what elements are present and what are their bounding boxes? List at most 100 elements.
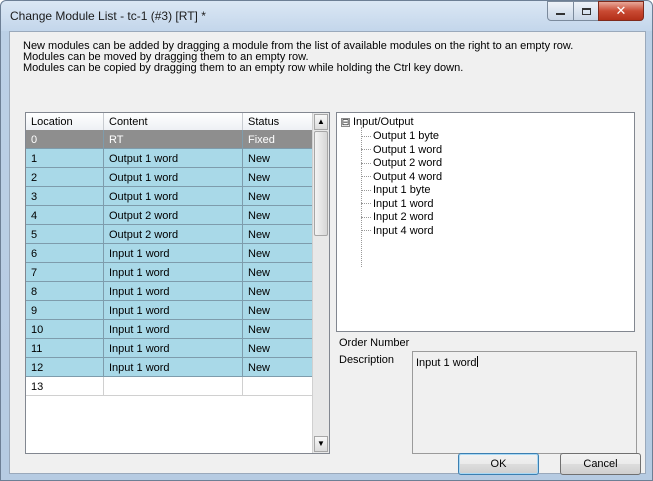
window-title: Change Module List - tc-1 (#3) [RT] * — [10, 9, 206, 23]
table-row[interactable]: 5 Output 2 word New — [26, 225, 314, 244]
cell-status[interactable]: New — [243, 225, 314, 244]
table-row[interactable]: 0 RT Fixed — [26, 130, 314, 149]
cell-location[interactable]: 5 — [26, 225, 104, 244]
cell-content[interactable]: Output 1 word — [104, 149, 243, 168]
module-list-grid[interactable]: Location Content Status 0 RT Fixed 1 Output … — [25, 112, 330, 454]
cell-location[interactable]: 10 — [26, 320, 104, 339]
cell-status[interactable]: New — [243, 187, 314, 206]
ok-button[interactable]: OK — [458, 453, 539, 475]
tree-item[interactable]: Output 2 word — [361, 156, 442, 170]
table-row[interactable]: 8 Input 1 word New — [26, 282, 314, 301]
close-button[interactable]: ✕ — [598, 1, 644, 21]
cell-location[interactable]: 11 — [26, 339, 104, 358]
cell-location[interactable]: 7 — [26, 263, 104, 282]
cell-location[interactable]: 3 — [26, 187, 104, 206]
maximize-button[interactable] — [573, 1, 599, 21]
cell-location[interactable]: 0 — [26, 130, 104, 149]
scroll-thumb[interactable] — [314, 131, 328, 236]
cell-status[interactable]: New — [243, 358, 314, 377]
tree-item[interactable]: Input 2 word — [361, 210, 434, 224]
table-row[interactable]: 11 Input 1 word New — [26, 339, 314, 358]
minimize-icon — [556, 13, 565, 15]
column-header-content[interactable]: Content — [104, 113, 243, 130]
minimize-button[interactable] — [547, 1, 574, 21]
cell-status[interactable]: New — [243, 263, 314, 282]
table-row[interactable]: 4 Output 2 word New — [26, 206, 314, 225]
cell-status[interactable]: New — [243, 168, 314, 187]
tree-item[interactable]: Input 4 word — [361, 224, 434, 238]
cell-location[interactable]: 1 — [26, 149, 104, 168]
cell-content[interactable]: Input 1 word — [104, 320, 243, 339]
cell-location[interactable]: 13 — [26, 377, 104, 396]
table-row[interactable]: 13 — [26, 377, 314, 396]
available-modules-tree[interactable]: ⊟ Input/Output Output 1 byte Output 1 wor… — [336, 112, 635, 332]
cell-content[interactable]: RT — [104, 130, 243, 149]
cell-content[interactable]: Output 2 word — [104, 206, 243, 225]
cell-status[interactable]: New — [243, 282, 314, 301]
grid-header: Location Content Status — [26, 113, 314, 131]
cell-content[interactable] — [104, 377, 243, 396]
table-row[interactable]: 12 Input 1 word New — [26, 358, 314, 377]
column-header-status[interactable]: Status — [243, 113, 314, 130]
cell-content[interactable]: Input 1 word — [104, 263, 243, 282]
tree-item-label: Output 2 word — [373, 157, 443, 169]
collapse-icon[interactable]: ⊟ — [341, 117, 350, 127]
cell-status[interactable]: New — [243, 149, 314, 168]
table-row[interactable]: 6 Input 1 word New — [26, 244, 314, 263]
tree-item[interactable]: Input 1 word — [361, 197, 434, 211]
tree-node-input-output[interactable]: ⊟ Input/Output — [341, 116, 414, 128]
cell-location[interactable]: 8 — [26, 282, 104, 301]
cell-content[interactable]: Input 1 word — [104, 282, 243, 301]
grid-vertical-scrollbar[interactable]: ▲ ▼ — [312, 113, 329, 453]
cell-status[interactable]: New — [243, 301, 314, 320]
tree-item[interactable]: Output 1 word — [361, 143, 442, 157]
instructions: New modules can be added by dragging a m… — [23, 41, 573, 74]
description-field[interactable]: Input 1 word — [412, 351, 637, 454]
cell-status[interactable]: New — [243, 339, 314, 358]
tree-connector — [361, 176, 371, 177]
title-bar[interactable]: Change Module List - tc-1 (#3) [RT] * ✕ — [1, 1, 652, 31]
cell-location[interactable]: 2 — [26, 168, 104, 187]
scroll-up-icon[interactable]: ▲ — [314, 114, 328, 130]
description-value: Input 1 word — [416, 356, 478, 369]
cell-content[interactable]: Input 1 word — [104, 358, 243, 377]
cell-status[interactable]: New — [243, 244, 314, 263]
cell-content[interactable]: Output 2 word — [104, 225, 243, 244]
cancel-button[interactable]: Cancel — [560, 453, 641, 475]
cell-content[interactable]: Output 1 word — [104, 168, 243, 187]
tree-item[interactable]: Input 1 byte — [361, 183, 431, 197]
cell-location[interactable]: 6 — [26, 244, 104, 263]
cell-content[interactable]: Output 1 word — [104, 187, 243, 206]
cell-status[interactable] — [243, 377, 314, 396]
tree-node-label: Input/Output — [353, 116, 414, 128]
scroll-down-icon[interactable]: ▼ — [314, 436, 328, 452]
column-header-location[interactable]: Location — [26, 113, 104, 130]
tree-item-label: Output 4 word — [373, 170, 443, 183]
table-row[interactable]: 10 Input 1 word New — [26, 320, 314, 339]
table-row[interactable]: 2 Output 1 word New — [26, 168, 314, 187]
cell-status[interactable]: New — [243, 206, 314, 225]
cell-status[interactable]: Fixed — [243, 130, 314, 149]
cell-status[interactable]: New — [243, 320, 314, 339]
tree-connector — [361, 216, 371, 218]
description-text: Input 1 word — [416, 357, 477, 369]
table-row[interactable]: 3 Output 1 word New — [26, 187, 314, 206]
cell-location[interactable]: 12 — [26, 358, 104, 377]
tree-connector — [361, 135, 371, 137]
cell-location[interactable]: 4 — [26, 206, 104, 225]
tree-item-label: Input 1 byte — [373, 184, 431, 196]
dialog-window: Change Module List - tc-1 (#3) [RT] * ✕ … — [0, 0, 653, 481]
table-row[interactable]: 1 Output 1 word New — [26, 149, 314, 168]
cell-location[interactable]: 9 — [26, 301, 104, 320]
tree-connector — [361, 203, 371, 204]
cell-content[interactable]: Input 1 word — [104, 244, 243, 263]
tree-item-label: Input 2 word — [373, 211, 434, 223]
tree-connector — [361, 162, 371, 164]
tree-item-label: Output 1 byte — [373, 130, 440, 142]
table-row[interactable]: 9 Input 1 word New — [26, 301, 314, 320]
table-row[interactable]: 7 Input 1 word New — [26, 263, 314, 282]
cell-content[interactable]: Input 1 word — [104, 339, 243, 358]
tree-item[interactable]: Output 1 byte — [361, 129, 439, 143]
cell-content[interactable]: Input 1 word — [104, 301, 243, 320]
tree-item[interactable]: Output 4 word — [361, 170, 442, 184]
